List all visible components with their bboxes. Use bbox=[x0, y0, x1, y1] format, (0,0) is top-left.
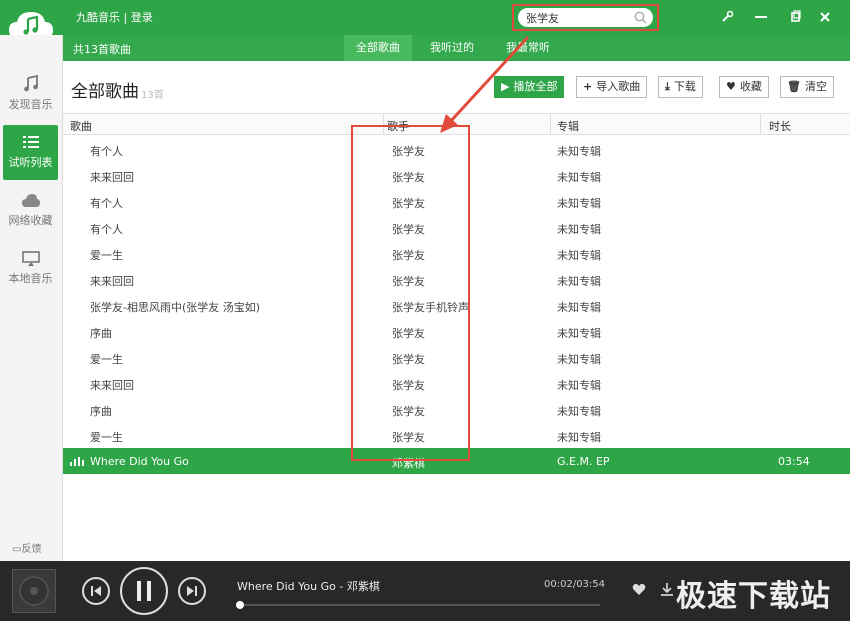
play-all-button[interactable]: ▶ 播放全部 bbox=[494, 76, 565, 98]
column-divider[interactable] bbox=[760, 114, 761, 135]
restore-icon[interactable] bbox=[786, 8, 804, 26]
album-name[interactable]: 未知专辑 bbox=[557, 169, 601, 185]
album-name[interactable]: G.E.M. EP bbox=[557, 455, 610, 468]
album-name[interactable]: 未知专辑 bbox=[557, 195, 601, 211]
favorite-label: 收藏 bbox=[739, 80, 762, 93]
album-name[interactable]: 未知专辑 bbox=[557, 299, 601, 315]
song-name: 爱一生 bbox=[90, 431, 123, 444]
album-name[interactable]: 未知专辑 bbox=[557, 143, 601, 159]
plus-icon: + bbox=[583, 80, 593, 93]
song-name: 爱一生 bbox=[90, 353, 123, 366]
album-name[interactable]: 未知专辑 bbox=[557, 429, 601, 445]
album-name[interactable]: 未知专辑 bbox=[557, 351, 601, 367]
sub-toolbar: 共13首歌曲 全部歌曲 我听过的 我最常听 bbox=[63, 35, 850, 61]
sidebar-item-label: 试听列表 bbox=[8, 156, 53, 169]
duration: 03:54 bbox=[778, 455, 810, 468]
album-name[interactable]: 未知专辑 bbox=[557, 221, 601, 237]
progress-knob[interactable] bbox=[236, 601, 244, 609]
feedback-link[interactable]: ▭反馈 bbox=[12, 540, 41, 555]
song-name: 序曲 bbox=[90, 405, 112, 418]
settings-wrench-icon[interactable] bbox=[718, 8, 736, 26]
pause-icon bbox=[137, 581, 151, 601]
song-name: 来来回回 bbox=[90, 379, 134, 392]
disc-icon bbox=[19, 576, 49, 606]
song-name: 序曲 bbox=[90, 327, 112, 340]
album-name[interactable]: 未知专辑 bbox=[557, 325, 601, 341]
equalizer-icon bbox=[70, 457, 84, 466]
download-icon: ⤓ bbox=[665, 80, 670, 93]
column-album[interactable]: 专辑 bbox=[557, 118, 579, 134]
song-name: 来来回回 bbox=[90, 171, 134, 184]
song-name: 有个人 bbox=[90, 223, 123, 236]
song-name: 爱一生 bbox=[90, 249, 123, 262]
play-icon: ▶ bbox=[501, 80, 510, 93]
play-all-label: 播放全部 bbox=[513, 80, 558, 93]
trash-icon: 🗑 bbox=[787, 80, 801, 93]
download-icon[interactable] bbox=[660, 582, 674, 597]
sidebar-item-local[interactable]: 本地音乐 bbox=[3, 243, 58, 298]
previous-icon bbox=[91, 586, 101, 596]
sidebar-item-label: 网络收藏 bbox=[8, 214, 53, 227]
cloud-icon bbox=[21, 194, 40, 207]
login-link[interactable]: 九酷音乐 | 登录 bbox=[76, 9, 153, 25]
sidebar-item-discover[interactable]: 发现音乐 bbox=[3, 67, 58, 122]
sidebar: 发现音乐 试听列表 网络收藏 本地音乐 ▭反馈 bbox=[0, 35, 63, 561]
song-name: 张学友-相思风雨中(张学友 汤宝如) bbox=[90, 301, 261, 314]
tab-listened[interactable]: 我听过的 bbox=[418, 35, 486, 61]
watermark: 极速下载站 bbox=[676, 579, 831, 614]
next-icon bbox=[187, 586, 197, 596]
album-name[interactable]: 未知专辑 bbox=[557, 247, 601, 263]
search-input[interactable] bbox=[518, 8, 628, 27]
song-name: 有个人 bbox=[90, 197, 123, 210]
song-count: 共13首歌曲 bbox=[73, 43, 131, 56]
sidebar-item-cloud[interactable]: 网络收藏 bbox=[3, 185, 58, 240]
heart-icon[interactable] bbox=[632, 583, 646, 596]
favorite-button[interactable]: ♥ 收藏 bbox=[719, 76, 769, 98]
close-icon[interactable] bbox=[816, 8, 834, 26]
tab-all-songs[interactable]: 全部歌曲 bbox=[344, 35, 412, 61]
import-songs-button[interactable]: + 导入歌曲 bbox=[576, 76, 648, 98]
title-bar: 九酷音乐 | 登录 bbox=[0, 0, 850, 38]
search-highlight-box bbox=[512, 4, 659, 31]
column-duration[interactable]: 时长 bbox=[769, 118, 791, 134]
tab-most-played[interactable]: 我最常听 bbox=[494, 35, 562, 61]
import-label: 导入歌曲 bbox=[596, 80, 641, 93]
monitor-icon bbox=[21, 251, 40, 266]
pause-button[interactable] bbox=[120, 567, 168, 615]
playback-time: 00:02/03:54 bbox=[544, 579, 606, 590]
previous-button[interactable] bbox=[82, 577, 110, 605]
column-divider[interactable] bbox=[550, 114, 551, 135]
clear-label: 清空 bbox=[804, 80, 827, 93]
album-cover[interactable] bbox=[12, 569, 56, 613]
search-icon[interactable] bbox=[634, 11, 647, 24]
next-button[interactable] bbox=[178, 577, 206, 605]
search-box bbox=[518, 8, 653, 27]
heart-icon: ♥ bbox=[726, 80, 736, 93]
sidebar-item-label: 发现音乐 bbox=[8, 98, 53, 111]
minimize-icon[interactable] bbox=[752, 8, 770, 26]
annotation-artist-highlight bbox=[351, 125, 470, 461]
column-song[interactable]: 歌曲 bbox=[70, 118, 92, 134]
song-name: Where Did You Go bbox=[90, 455, 189, 468]
progress-bar[interactable] bbox=[239, 604, 600, 606]
sidebar-item-playlist[interactable]: 试听列表 bbox=[3, 125, 58, 180]
title-count: 13首 bbox=[141, 90, 164, 101]
player-bar: Where Did You Go - 邓紫棋 00:02/03:54 极速下载站 bbox=[0, 561, 850, 621]
song-name: 有个人 bbox=[90, 145, 123, 158]
song-name: 来来回回 bbox=[90, 275, 134, 288]
album-name[interactable]: 未知专辑 bbox=[557, 273, 601, 289]
page-title: 全部歌曲 bbox=[71, 82, 139, 102]
list-icon bbox=[22, 136, 39, 148]
download-button[interactable]: ⤓ 下载 bbox=[658, 76, 703, 98]
sidebar-item-label: 本地音乐 bbox=[8, 272, 53, 285]
feedback-label: 反馈 bbox=[21, 544, 42, 555]
clear-button[interactable]: 🗑 清空 bbox=[780, 76, 834, 98]
album-name[interactable]: 未知专辑 bbox=[557, 403, 601, 419]
download-label: 下载 bbox=[673, 80, 696, 93]
music-note-icon bbox=[23, 75, 38, 92]
now-playing-title: Where Did You Go - 邓紫棋 bbox=[237, 580, 380, 593]
album-name[interactable]: 未知专辑 bbox=[557, 377, 601, 393]
